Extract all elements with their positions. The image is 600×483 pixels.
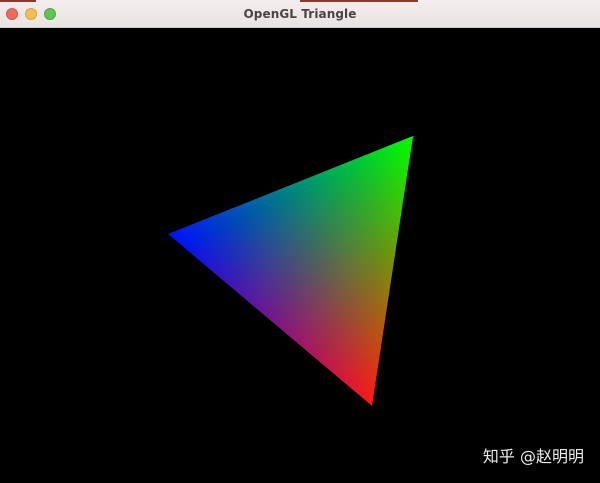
app-window: OpenGL Triangle 知乎 @赵明明 — [0, 0, 600, 483]
triangle-canvas — [168, 136, 413, 406]
opengl-viewport[interactable] — [0, 28, 600, 483]
gradient-triangle — [168, 136, 413, 406]
watermark-text: 知乎 @赵明明 — [482, 447, 584, 466]
triangle-layer — [0, 0, 600, 483]
